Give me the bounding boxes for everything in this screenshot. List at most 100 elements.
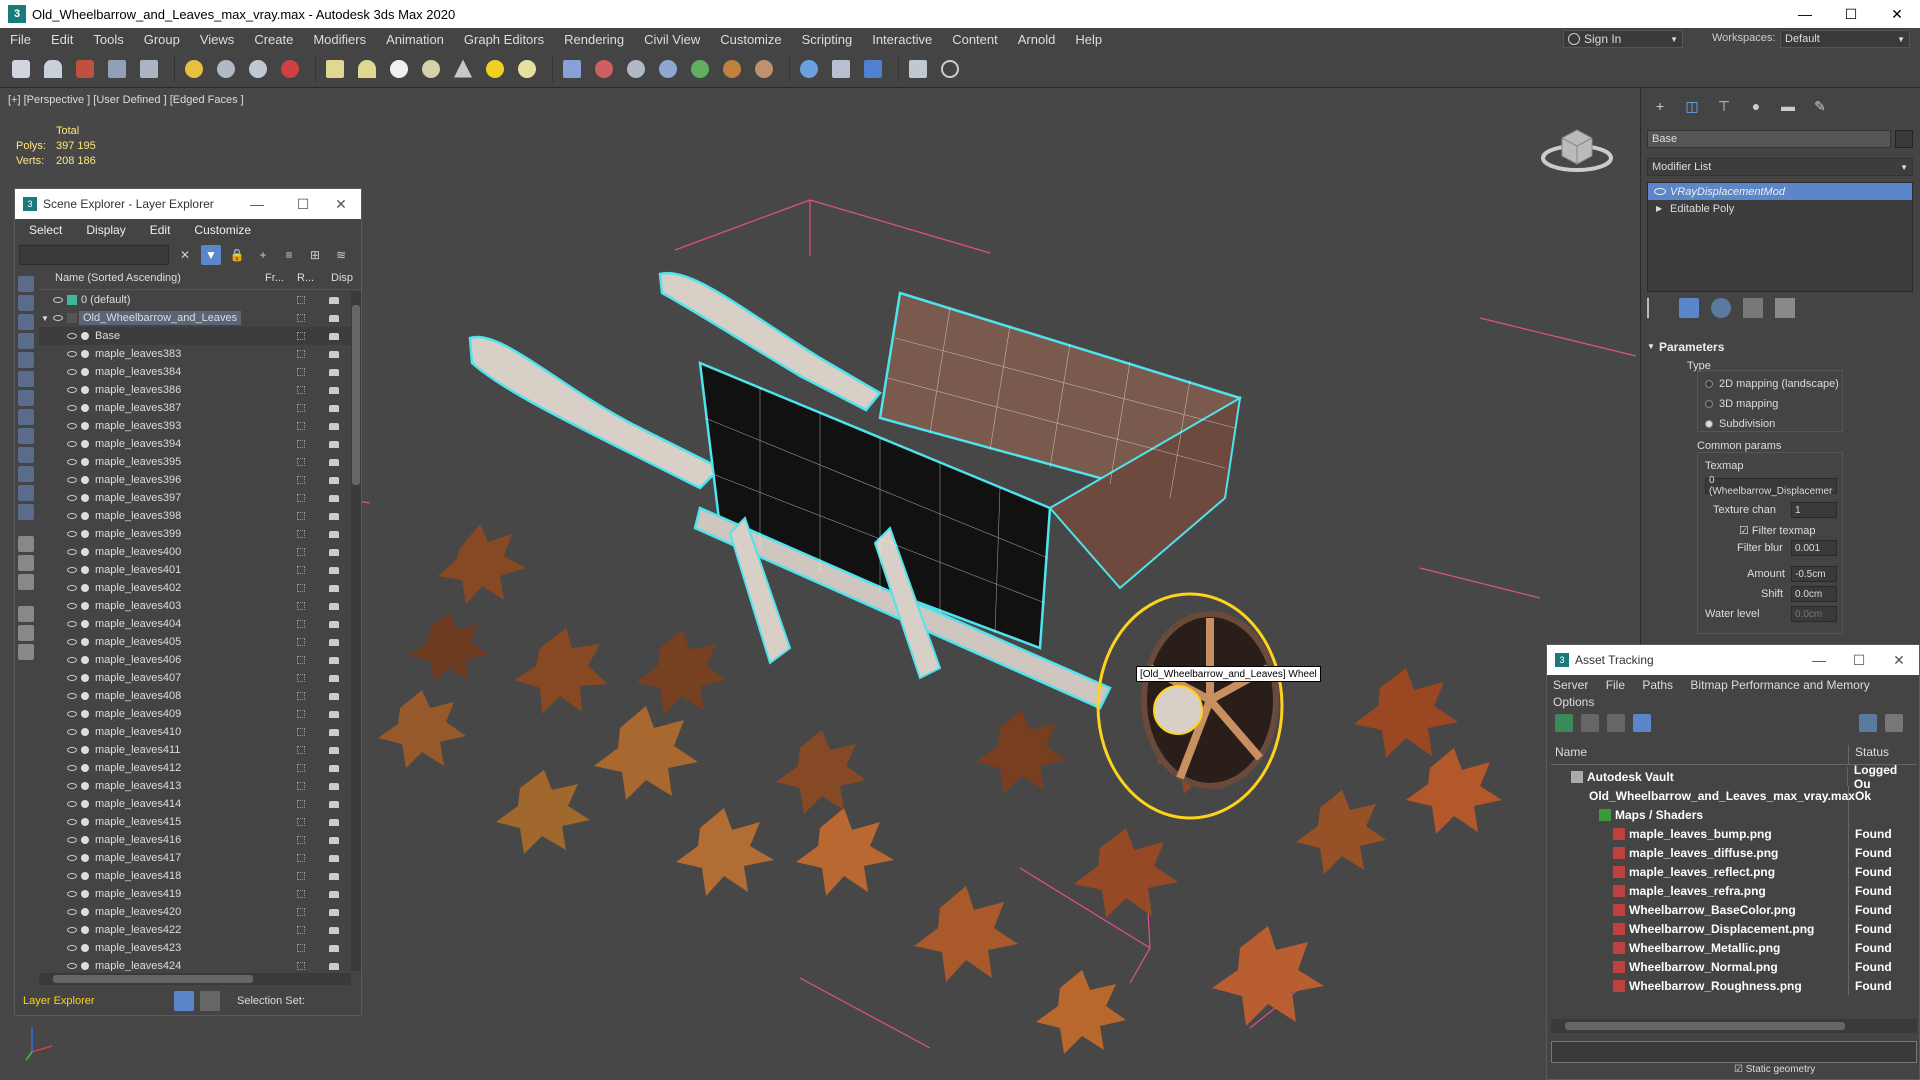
- asset-row[interactable]: Wheelbarrow_Normal.png Found: [1551, 957, 1917, 976]
- render-toggle-icon[interactable]: [329, 404, 339, 412]
- visibility-icon[interactable]: [67, 441, 77, 447]
- menu-views[interactable]: Views: [190, 32, 244, 47]
- tree-row[interactable]: maple_leaves386: [39, 381, 351, 399]
- asset-row[interactable]: Maps / Shaders: [1551, 805, 1917, 824]
- utilities-tab-icon[interactable]: ✎: [1809, 95, 1831, 117]
- freeze-toggle-icon[interactable]: [297, 746, 305, 754]
- object-name-field[interactable]: Base: [1647, 130, 1891, 148]
- tree-row[interactable]: maple_leaves404: [39, 615, 351, 633]
- unlink-icon[interactable]: [104, 56, 130, 82]
- freeze-toggle-icon[interactable]: [297, 782, 305, 790]
- render-toggle-icon[interactable]: [329, 476, 339, 484]
- tree-row[interactable]: maple_leaves400: [39, 543, 351, 561]
- freeze-toggle-icon[interactable]: [297, 620, 305, 628]
- stack-icon[interactable]: ≋: [331, 245, 351, 265]
- expand-icon[interactable]: ▼: [41, 314, 49, 323]
- visibility-icon[interactable]: [67, 495, 77, 501]
- render-toggle-icon[interactable]: [329, 728, 339, 736]
- select-link-icon[interactable]: [72, 56, 98, 82]
- display-all-icon[interactable]: [18, 276, 34, 292]
- tree-row[interactable]: maple_leaves411: [39, 741, 351, 759]
- render-toggle-icon[interactable]: [329, 350, 339, 358]
- se-menu-display[interactable]: Display: [86, 223, 125, 237]
- menu-group[interactable]: Group: [134, 32, 190, 47]
- visibility-icon[interactable]: [67, 711, 77, 717]
- render-toggle-icon[interactable]: [329, 692, 339, 700]
- freeze-toggle-icon[interactable]: [297, 494, 305, 502]
- hidden-icon[interactable]: [18, 504, 34, 520]
- column-status[interactable]: Status: [1849, 745, 1889, 764]
- viewcube[interactable]: [1540, 116, 1614, 174]
- tree-row[interactable]: maple_leaves396: [39, 471, 351, 489]
- table-view-icon[interactable]: [1633, 714, 1651, 732]
- workspaces-dropdown[interactable]: Default ▼: [1780, 30, 1910, 48]
- select-by-name-icon[interactable]: [213, 56, 239, 82]
- tree-row[interactable]: maple_leaves417: [39, 849, 351, 867]
- clear-icon[interactable]: ✕: [175, 245, 195, 265]
- render-toggle-icon[interactable]: [329, 854, 339, 862]
- menu-customize[interactable]: Customize: [710, 32, 791, 47]
- visibility-icon[interactable]: [67, 405, 77, 411]
- bind-space-warp-icon[interactable]: [136, 56, 162, 82]
- render-toggle-icon[interactable]: [329, 602, 339, 610]
- modifier-list-dropdown[interactable]: Modifier List ▼: [1647, 158, 1913, 176]
- render-toggle-icon[interactable]: [329, 890, 339, 898]
- freeze-toggle-icon[interactable]: [297, 476, 305, 484]
- modify-tab-icon[interactable]: ◫: [1681, 95, 1703, 117]
- box-icon[interactable]: [322, 56, 348, 82]
- asset-tracking-titlebar[interactable]: 3 Asset Tracking — ☐ ✕: [1547, 645, 1919, 675]
- filter-blur-spinner[interactable]: 0.001: [1791, 540, 1837, 556]
- freeze-toggle-icon[interactable]: [297, 962, 305, 970]
- visibility-icon[interactable]: [53, 315, 63, 321]
- visibility-icon[interactable]: [67, 567, 77, 573]
- freeze-toggle-icon[interactable]: [297, 890, 305, 898]
- tree-row[interactable]: maple_leaves384: [39, 363, 351, 381]
- horizontal-scrollbar[interactable]: [1551, 1019, 1917, 1033]
- render-sphere-icon[interactable]: [796, 56, 822, 82]
- scale-icon[interactable]: [277, 56, 303, 82]
- make-unique-icon[interactable]: [1711, 298, 1731, 318]
- visibility-icon[interactable]: [67, 657, 77, 663]
- tree-row[interactable]: maple_leaves413: [39, 777, 351, 795]
- light-icon[interactable]: [514, 56, 540, 82]
- freeze-toggle-icon[interactable]: [297, 800, 305, 808]
- render-toggle-icon[interactable]: [329, 836, 339, 844]
- freeze-toggle-icon[interactable]: [297, 944, 305, 952]
- maximize-icon[interactable]: ☐: [1839, 645, 1879, 675]
- render-frame-icon[interactable]: [828, 56, 854, 82]
- render-toggle-icon[interactable]: [329, 296, 339, 304]
- groups-icon[interactable]: [18, 409, 34, 425]
- freeze-toggle-icon[interactable]: [297, 548, 305, 556]
- frozen-icon[interactable]: [18, 485, 34, 501]
- render-toggle-icon[interactable]: [329, 746, 339, 754]
- eye-icon[interactable]: [1654, 188, 1666, 195]
- cameras-icon[interactable]: [18, 352, 34, 368]
- asset-row[interactable]: maple_leaves_reflect.png Found: [1551, 862, 1917, 881]
- show-end-result-icon[interactable]: [1679, 298, 1699, 318]
- render-toggle-icon[interactable]: [329, 566, 339, 574]
- display-influences-icon[interactable]: [18, 555, 34, 571]
- at-menu-file[interactable]: File: [1606, 678, 1625, 692]
- tree-row[interactable]: maple_leaves418: [39, 867, 351, 885]
- geometry-icon[interactable]: [18, 295, 34, 311]
- tree-row[interactable]: maple_leaves408: [39, 687, 351, 705]
- asset-row[interactable]: Wheelbarrow_Metallic.png Found: [1551, 938, 1917, 957]
- tree-row[interactable]: maple_leaves409: [39, 705, 351, 723]
- search-input[interactable]: [19, 245, 169, 265]
- visibility-icon[interactable]: [67, 387, 77, 393]
- tree-row[interactable]: maple_leaves420: [39, 903, 351, 921]
- layout-icon[interactable]: [905, 56, 931, 82]
- help-icon[interactable]: [1859, 714, 1877, 732]
- render-toggle-icon[interactable]: [329, 548, 339, 556]
- freeze-toggle-icon[interactable]: [297, 368, 305, 376]
- visibility-icon[interactable]: [67, 891, 77, 897]
- layers-icon[interactable]: ≡: [279, 245, 299, 265]
- list-view-icon[interactable]: [1581, 714, 1599, 732]
- freeze-toggle-icon[interactable]: [297, 764, 305, 772]
- visibility-icon[interactable]: [67, 639, 77, 645]
- render-toggle-icon[interactable]: [329, 908, 339, 916]
- render-toggle-icon[interactable]: [329, 818, 339, 826]
- visibility-icon[interactable]: [67, 585, 77, 591]
- space-warps-icon[interactable]: [18, 390, 34, 406]
- motion-tab-icon[interactable]: ●: [1745, 95, 1767, 117]
